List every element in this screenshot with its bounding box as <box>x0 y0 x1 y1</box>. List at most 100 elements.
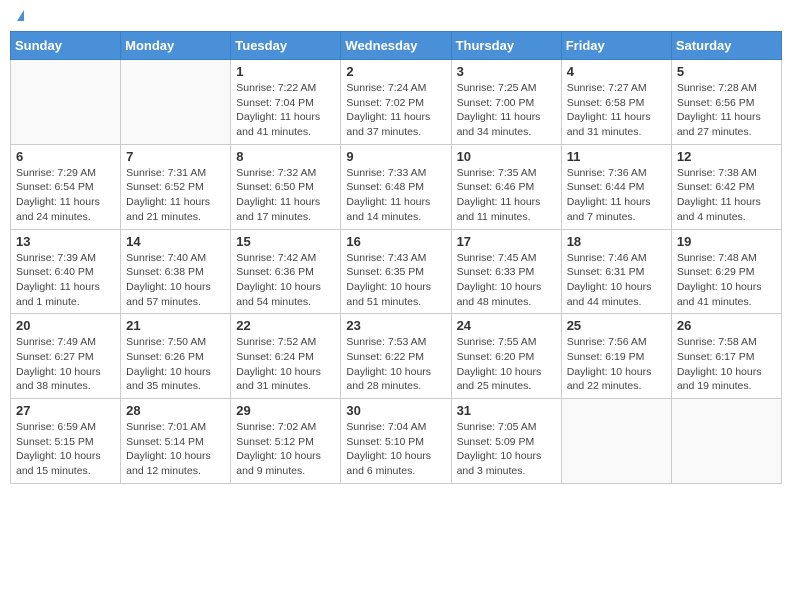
calendar-cell: 12 Sunrise: 7:38 AM Sunset: 6:42 PM Dayli… <box>671 144 781 229</box>
calendar-cell: 15 Sunrise: 7:42 AM Sunset: 6:36 PM Dayli… <box>231 229 341 314</box>
day-number: 20 <box>16 318 115 333</box>
day-info: Sunrise: 7:58 AM Sunset: 6:17 PM Dayligh… <box>677 335 776 394</box>
calendar-cell <box>121 60 231 145</box>
day-number: 25 <box>567 318 666 333</box>
day-info: Sunrise: 7:43 AM Sunset: 6:35 PM Dayligh… <box>346 251 445 310</box>
day-info: Sunrise: 7:53 AM Sunset: 6:22 PM Dayligh… <box>346 335 445 394</box>
day-number: 10 <box>457 149 556 164</box>
calendar-week-row: 27 Sunrise: 6:59 AM Sunset: 5:15 PM Dayli… <box>11 399 782 484</box>
calendar-cell: 11 Sunrise: 7:36 AM Sunset: 6:44 PM Dayli… <box>561 144 671 229</box>
calendar-cell: 8 Sunrise: 7:32 AM Sunset: 6:50 PM Daylig… <box>231 144 341 229</box>
calendar-cell: 30 Sunrise: 7:04 AM Sunset: 5:10 PM Dayli… <box>341 399 451 484</box>
day-info: Sunrise: 7:49 AM Sunset: 6:27 PM Dayligh… <box>16 335 115 394</box>
day-info: Sunrise: 7:42 AM Sunset: 6:36 PM Dayligh… <box>236 251 335 310</box>
calendar-cell: 18 Sunrise: 7:46 AM Sunset: 6:31 PM Dayli… <box>561 229 671 314</box>
calendar-cell: 28 Sunrise: 7:01 AM Sunset: 5:14 PM Dayli… <box>121 399 231 484</box>
day-number: 22 <box>236 318 335 333</box>
day-info: Sunrise: 7:48 AM Sunset: 6:29 PM Dayligh… <box>677 251 776 310</box>
day-info: Sunrise: 7:24 AM Sunset: 7:02 PM Dayligh… <box>346 81 445 140</box>
day-number: 17 <box>457 234 556 249</box>
day-info: Sunrise: 7:50 AM Sunset: 6:26 PM Dayligh… <box>126 335 225 394</box>
day-number: 23 <box>346 318 445 333</box>
calendar-cell: 24 Sunrise: 7:55 AM Sunset: 6:20 PM Dayli… <box>451 314 561 399</box>
weekday-header-tuesday: Tuesday <box>231 32 341 60</box>
calendar-cell: 1Sunrise: 7:22 AM Sunset: 7:04 PM Daylig… <box>231 60 341 145</box>
day-number: 3 <box>457 64 556 79</box>
calendar-cell: 2Sunrise: 7:24 AM Sunset: 7:02 PM Daylig… <box>341 60 451 145</box>
day-info: Sunrise: 7:01 AM Sunset: 5:14 PM Dayligh… <box>126 420 225 479</box>
calendar-cell: 16Sunrise: 7:43 AM Sunset: 6:35 PM Dayli… <box>341 229 451 314</box>
calendar-cell: 9Sunrise: 7:33 AM Sunset: 6:48 PM Daylig… <box>341 144 451 229</box>
day-info: Sunrise: 7:29 AM Sunset: 6:54 PM Dayligh… <box>16 166 115 225</box>
day-number: 6 <box>16 149 115 164</box>
day-number: 31 <box>457 403 556 418</box>
day-info: Sunrise: 7:36 AM Sunset: 6:44 PM Dayligh… <box>567 166 666 225</box>
day-number: 30 <box>346 403 445 418</box>
day-number: 4 <box>567 64 666 79</box>
page-header <box>10 10 782 23</box>
day-number: 8 <box>236 149 335 164</box>
day-info: Sunrise: 7:55 AM Sunset: 6:20 PM Dayligh… <box>457 335 556 394</box>
weekday-header-sunday: Sunday <box>11 32 121 60</box>
day-number: 21 <box>126 318 225 333</box>
calendar-cell: 21 Sunrise: 7:50 AM Sunset: 6:26 PM Dayli… <box>121 314 231 399</box>
day-info: Sunrise: 7:04 AM Sunset: 5:10 PM Dayligh… <box>346 420 445 479</box>
calendar-cell: 4 Sunrise: 7:27 AM Sunset: 6:58 PM Daylig… <box>561 60 671 145</box>
calendar-week-row: 13 Sunrise: 7:39 AM Sunset: 6:40 PM Dayli… <box>11 229 782 314</box>
day-info: Sunrise: 7:22 AM Sunset: 7:04 PM Dayligh… <box>236 81 335 140</box>
calendar-cell: 10 Sunrise: 7:35 AM Sunset: 6:46 PM Dayli… <box>451 144 561 229</box>
logo-triangle-icon <box>17 10 24 21</box>
day-number: 15 <box>236 234 335 249</box>
day-number: 26 <box>677 318 776 333</box>
calendar-cell <box>561 399 671 484</box>
calendar-cell: 25 Sunrise: 7:56 AM Sunset: 6:19 PM Dayli… <box>561 314 671 399</box>
weekday-header-row: SundayMondayTuesdayWednesdayThursdayFrid… <box>11 32 782 60</box>
day-info: Sunrise: 7:45 AM Sunset: 6:33 PM Dayligh… <box>457 251 556 310</box>
day-info: Sunrise: 7:39 AM Sunset: 6:40 PM Dayligh… <box>16 251 115 310</box>
calendar-week-row: 20 Sunrise: 7:49 AM Sunset: 6:27 PM Dayli… <box>11 314 782 399</box>
calendar-cell: 13 Sunrise: 7:39 AM Sunset: 6:40 PM Dayli… <box>11 229 121 314</box>
day-info: Sunrise: 7:40 AM Sunset: 6:38 PM Dayligh… <box>126 251 225 310</box>
day-number: 27 <box>16 403 115 418</box>
day-info: Sunrise: 7:38 AM Sunset: 6:42 PM Dayligh… <box>677 166 776 225</box>
calendar-cell: 7Sunrise: 7:31 AM Sunset: 6:52 PM Daylig… <box>121 144 231 229</box>
day-info: Sunrise: 7:02 AM Sunset: 5:12 PM Dayligh… <box>236 420 335 479</box>
day-number: 12 <box>677 149 776 164</box>
calendar-week-row: 1Sunrise: 7:22 AM Sunset: 7:04 PM Daylig… <box>11 60 782 145</box>
calendar-table: SundayMondayTuesdayWednesdayThursdayFrid… <box>10 31 782 484</box>
weekday-header-wednesday: Wednesday <box>341 32 451 60</box>
day-number: 5 <box>677 64 776 79</box>
day-info: Sunrise: 7:31 AM Sunset: 6:52 PM Dayligh… <box>126 166 225 225</box>
day-info: Sunrise: 7:35 AM Sunset: 6:46 PM Dayligh… <box>457 166 556 225</box>
calendar-cell: 26 Sunrise: 7:58 AM Sunset: 6:17 PM Dayli… <box>671 314 781 399</box>
weekday-header-friday: Friday <box>561 32 671 60</box>
day-info: Sunrise: 7:52 AM Sunset: 6:24 PM Dayligh… <box>236 335 335 394</box>
day-number: 24 <box>457 318 556 333</box>
weekday-header-monday: Monday <box>121 32 231 60</box>
day-number: 29 <box>236 403 335 418</box>
day-number: 18 <box>567 234 666 249</box>
calendar-cell: 31 Sunrise: 7:05 AM Sunset: 5:09 PM Dayli… <box>451 399 561 484</box>
day-number: 11 <box>567 149 666 164</box>
calendar-cell: 14Sunrise: 7:40 AM Sunset: 6:38 PM Dayli… <box>121 229 231 314</box>
day-info: Sunrise: 6:59 AM Sunset: 5:15 PM Dayligh… <box>16 420 115 479</box>
day-number: 9 <box>346 149 445 164</box>
calendar-week-row: 6 Sunrise: 7:29 AM Sunset: 6:54 PM Daylig… <box>11 144 782 229</box>
logo <box>14 10 24 23</box>
day-number: 28 <box>126 403 225 418</box>
day-info: Sunrise: 7:05 AM Sunset: 5:09 PM Dayligh… <box>457 420 556 479</box>
day-info: Sunrise: 7:25 AM Sunset: 7:00 PM Dayligh… <box>457 81 556 140</box>
day-info: Sunrise: 7:32 AM Sunset: 6:50 PM Dayligh… <box>236 166 335 225</box>
calendar-cell: 22 Sunrise: 7:52 AM Sunset: 6:24 PM Dayli… <box>231 314 341 399</box>
weekday-header-thursday: Thursday <box>451 32 561 60</box>
calendar-cell <box>11 60 121 145</box>
day-info: Sunrise: 7:28 AM Sunset: 6:56 PM Dayligh… <box>677 81 776 140</box>
day-info: Sunrise: 7:56 AM Sunset: 6:19 PM Dayligh… <box>567 335 666 394</box>
calendar-cell: 19 Sunrise: 7:48 AM Sunset: 6:29 PM Dayli… <box>671 229 781 314</box>
calendar-cell <box>671 399 781 484</box>
day-number: 13 <box>16 234 115 249</box>
day-info: Sunrise: 7:46 AM Sunset: 6:31 PM Dayligh… <box>567 251 666 310</box>
day-info: Sunrise: 7:27 AM Sunset: 6:58 PM Dayligh… <box>567 81 666 140</box>
day-number: 19 <box>677 234 776 249</box>
calendar-cell: 17 Sunrise: 7:45 AM Sunset: 6:33 PM Dayli… <box>451 229 561 314</box>
